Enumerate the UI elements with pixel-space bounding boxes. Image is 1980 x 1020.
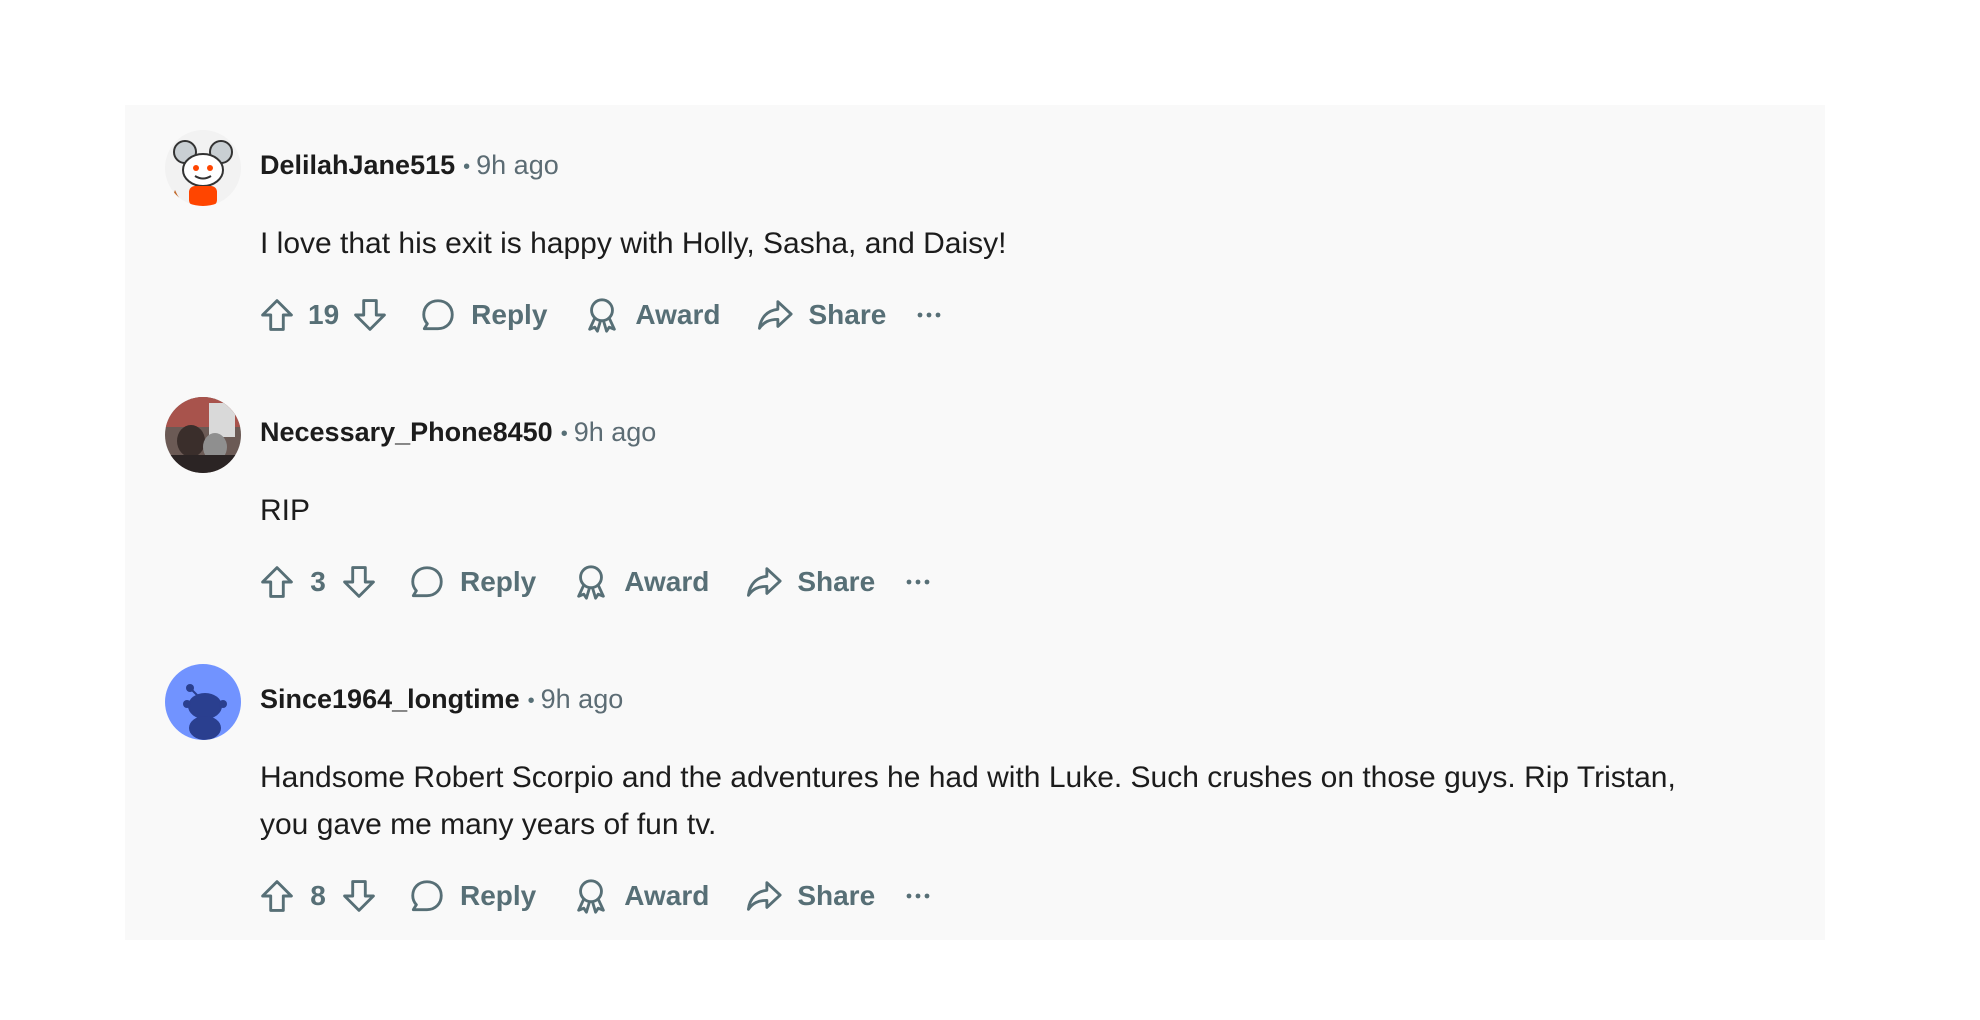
upvote-arrow-icon	[259, 297, 295, 333]
comment-meta: Necessary_Phone8450 • 9h ago	[260, 417, 656, 447]
avatar[interactable]	[165, 664, 241, 740]
award-ribbon-icon	[583, 296, 621, 334]
award-ribbon-icon	[572, 563, 610, 601]
timestamp[interactable]: 9h ago	[574, 417, 657, 447]
author-name[interactable]: Necessary_Phone8450	[260, 417, 553, 447]
more-options-button[interactable]	[893, 871, 943, 921]
default-snoo-avatar-icon	[165, 664, 241, 740]
author-name[interactable]: DelilahJane515	[260, 150, 455, 180]
downvote-arrow-icon	[352, 297, 388, 333]
vote-score: 8	[310, 880, 326, 911]
upvote-arrow-icon	[259, 878, 295, 914]
reply-button[interactable]: Reply	[401, 290, 565, 340]
share-label: Share	[797, 566, 876, 597]
share-button[interactable]: Share	[727, 871, 893, 921]
award-label: Award	[624, 880, 710, 911]
downvote-button[interactable]	[345, 290, 395, 340]
more-options-button[interactable]	[893, 557, 943, 607]
award-button[interactable]: Award	[554, 871, 727, 921]
photo-avatar-icon	[165, 397, 241, 473]
comment-actions: 3 Reply Award Share	[252, 557, 943, 607]
share-button[interactable]: Share	[738, 290, 904, 340]
award-button[interactable]: Award	[565, 290, 738, 340]
upvote-arrow-icon	[259, 564, 295, 600]
snoo-avatar-icon	[165, 130, 241, 206]
vote-score: 19	[308, 299, 340, 330]
comment-text: RIP	[260, 494, 311, 527]
reply-button[interactable]: Reply	[390, 557, 554, 607]
award-label: Award	[624, 566, 710, 597]
reply-label: Reply	[471, 299, 548, 330]
avatar[interactable]	[165, 397, 241, 473]
separator-dot: •	[463, 155, 471, 178]
share-arrow-icon	[745, 563, 783, 601]
speech-bubble-icon	[408, 877, 446, 915]
downvote-arrow-icon	[341, 878, 377, 914]
comment-meta: Since1964_longtime • 9h ago	[260, 684, 623, 714]
ellipsis-icon	[914, 300, 944, 330]
downvote-button[interactable]	[334, 871, 384, 921]
share-button[interactable]: Share	[727, 557, 893, 607]
award-label: Award	[635, 299, 721, 330]
upvote-button[interactable]	[252, 871, 302, 921]
separator-dot: •	[527, 689, 535, 712]
avatar[interactable]	[165, 130, 241, 206]
share-label: Share	[797, 880, 876, 911]
downvote-button[interactable]	[334, 557, 384, 607]
comment-actions: 19 Reply Award Share	[252, 290, 954, 340]
reply-label: Reply	[460, 880, 537, 911]
comments-panel: DelilahJane515 • 9h ago I love that his ex…	[125, 105, 1825, 940]
timestamp[interactable]: 9h ago	[541, 684, 624, 714]
speech-bubble-icon	[419, 296, 457, 334]
comment-actions: 8 Reply Award Share	[252, 871, 943, 921]
timestamp[interactable]: 9h ago	[476, 150, 559, 180]
separator-dot: •	[560, 422, 568, 445]
share-arrow-icon	[756, 296, 794, 334]
downvote-arrow-icon	[341, 564, 377, 600]
speech-bubble-icon	[408, 563, 446, 601]
award-ribbon-icon	[572, 877, 610, 915]
share-arrow-icon	[745, 877, 783, 915]
upvote-button[interactable]	[252, 290, 302, 340]
comment-text: I love that his exit is happy with Holly…	[260, 227, 1007, 260]
comment-text: Handsome Robert Scorpio and the adventur…	[260, 761, 1676, 841]
reply-button[interactable]: Reply	[390, 871, 554, 921]
comment-meta: DelilahJane515 • 9h ago	[260, 150, 559, 180]
ellipsis-icon	[903, 567, 933, 597]
reply-label: Reply	[460, 566, 537, 597]
author-name[interactable]: Since1964_longtime	[260, 684, 520, 714]
ellipsis-icon	[903, 881, 933, 911]
vote-score: 3	[310, 566, 326, 597]
more-options-button[interactable]	[904, 290, 954, 340]
award-button[interactable]: Award	[554, 557, 727, 607]
share-label: Share	[808, 299, 887, 330]
upvote-button[interactable]	[252, 557, 302, 607]
